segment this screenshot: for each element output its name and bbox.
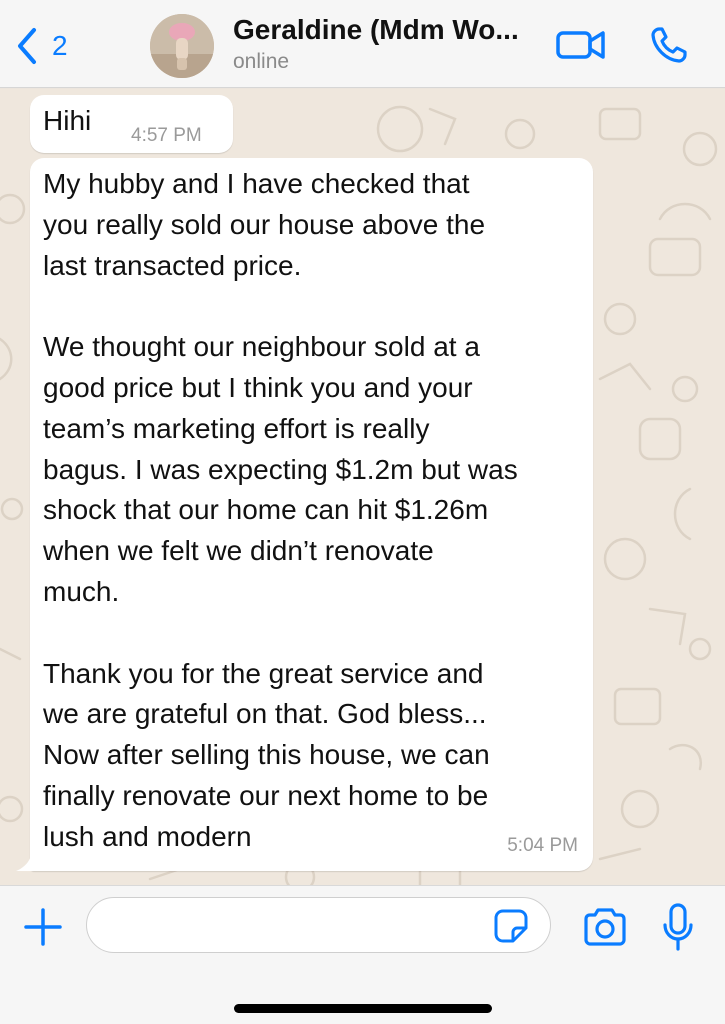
phone-icon[interactable] xyxy=(648,24,690,66)
message-input-bar xyxy=(0,885,725,1024)
message-bubble-incoming[interactable]: Hihi 4:57 PM xyxy=(30,95,233,153)
video-call-icon[interactable] xyxy=(555,26,607,64)
sticker-icon[interactable] xyxy=(493,908,529,944)
unread-count: 2 xyxy=(52,30,68,61)
message-time: 4:57 PM xyxy=(131,125,202,146)
message-text: Hihi xyxy=(43,105,92,136)
message-bubble-incoming[interactable]: My hubby and I have checked that you rea… xyxy=(30,158,593,871)
microphone-icon[interactable] xyxy=(662,903,694,951)
chevron-left-icon xyxy=(18,28,36,64)
plus-icon[interactable] xyxy=(22,906,64,948)
chat-area[interactable]: Hihi 4:57 PM My hubby and I have checked… xyxy=(0,89,725,885)
message-input[interactable] xyxy=(86,897,551,953)
contact-avatar[interactable] xyxy=(150,14,214,78)
contact-status: online xyxy=(233,50,290,73)
back-button[interactable]: 2 xyxy=(14,26,68,66)
contact-name: Geraldine (Mdm Wo... xyxy=(233,14,519,45)
chat-header: 2 Geraldine (Mdm Wo... online xyxy=(0,0,725,88)
avatar-image xyxy=(150,14,214,78)
camera-icon[interactable] xyxy=(582,907,628,947)
home-indicator[interactable] xyxy=(234,1004,492,1013)
contact-info[interactable]: Geraldine (Mdm Wo... online xyxy=(233,14,545,74)
message-text: My hubby and I have checked that you rea… xyxy=(43,168,518,852)
bubble-tail xyxy=(16,849,38,871)
message-time: 5:04 PM xyxy=(507,835,578,856)
